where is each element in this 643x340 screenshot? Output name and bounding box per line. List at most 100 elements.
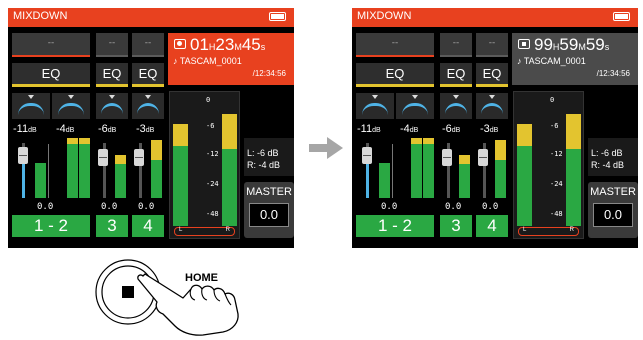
- fader-value-ch-1-2: 0.0: [37, 202, 54, 212]
- pan-knob-ch-4[interactable]: [132, 93, 164, 119]
- meter-scale-label: -24: [550, 180, 563, 188]
- level-meter-ch-2b: [79, 144, 90, 198]
- level-meter-ch-4-peak: [495, 140, 506, 160]
- channel-button-3[interactable]: 3: [440, 215, 472, 237]
- meter-scale-tick: [392, 144, 393, 198]
- lr-channel-indicator: L R: [174, 227, 235, 236]
- level-meter-ch-2: [411, 144, 422, 198]
- master-label: MASTER: [246, 186, 292, 198]
- mix-meter-r: [566, 149, 581, 226]
- fader-value-ch-4: 0.0: [482, 202, 499, 212]
- mix-level-meter: 0 -6 -12 -24 -48 L R: [169, 91, 240, 239]
- mix-meter-l: [517, 146, 532, 226]
- gain-ch-3: -6dB: [442, 123, 461, 135]
- mix-meter-l-peak: [517, 124, 532, 146]
- mix-meter-r-peak: [222, 114, 237, 149]
- level-meter-ch-3-peak: [459, 155, 470, 164]
- pan-knob-ch-3[interactable]: [440, 93, 472, 119]
- peak-left: L: -6 dB: [591, 148, 623, 158]
- meter-scale-label: -24: [206, 180, 219, 188]
- lr-channel-indicator: L R: [518, 227, 579, 236]
- gain-ch-4: -3dB: [480, 123, 499, 135]
- fader-knob-ch-3[interactable]: [98, 149, 108, 166]
- level-meter-ch-2: [67, 144, 78, 198]
- channel-button-1-2[interactable]: 1 - 2: [356, 215, 434, 237]
- title-bar: MIXDOWN: [8, 8, 294, 27]
- file-name: ♪ TASCAM_0001: [173, 56, 242, 66]
- elapsed-time: 01H23M45s: [190, 35, 266, 54]
- master-value: 0.0: [593, 203, 633, 227]
- fader-knob-ch-1-2[interactable]: [362, 147, 372, 164]
- fader-knob-ch-4[interactable]: [134, 149, 144, 166]
- level-meter-ch-4-peak: [151, 140, 162, 160]
- level-meter-ch-3: [459, 164, 470, 198]
- screen-title: MIXDOWN: [13, 10, 68, 22]
- meter-scale-label: 0: [206, 96, 211, 104]
- eq-button-ch-4[interactable]: EQ: [476, 63, 508, 87]
- level-meter-ch-3: [115, 164, 126, 198]
- fader-value-ch-1-2: 0.0: [381, 202, 398, 212]
- fader-knob-ch-1-2[interactable]: [18, 147, 28, 164]
- pan-knob-ch-4[interactable]: [476, 93, 508, 119]
- meter-scale-label: -12: [206, 150, 219, 158]
- master-button[interactable]: MASTER 0.0: [244, 182, 294, 238]
- eq-button-ch-3[interactable]: EQ: [96, 63, 128, 87]
- meter-scale-label: -12: [550, 150, 563, 158]
- gain-ch-2: -4dB: [400, 123, 419, 135]
- screen-title: MIXDOWN: [357, 10, 412, 22]
- home-label: HOME: [185, 272, 218, 284]
- mix-meter-l: [173, 146, 188, 226]
- eq-button-ch-1-2[interactable]: EQ: [12, 63, 90, 87]
- title-bar: MIXDOWN: [352, 8, 638, 27]
- peak-readout: L: -6 dB R: -4 dB: [244, 138, 294, 176]
- channel-1-2-top-slot[interactable]: --: [12, 33, 90, 57]
- pan-knob-ch-3[interactable]: [96, 93, 128, 119]
- eq-button-ch-3[interactable]: EQ: [440, 63, 472, 87]
- meter-scale-label: -6: [206, 122, 215, 130]
- master-button[interactable]: MASTER 0.0: [588, 182, 638, 238]
- gain-ch-2: -4dB: [56, 123, 75, 135]
- eq-button-ch-1-2[interactable]: EQ: [356, 63, 434, 87]
- gain-ch-3: -6dB: [98, 123, 117, 135]
- remaining-time: /12:34:56: [596, 69, 630, 78]
- gain-ch-1: -11dB: [357, 123, 381, 135]
- meter-scale-label: -48: [550, 210, 563, 218]
- battery-icon: [269, 12, 286, 21]
- channel-1-2-top-slot[interactable]: --: [356, 33, 434, 57]
- peak-left: L: -6 dB: [247, 148, 279, 158]
- channel-4-top-slot[interactable]: --: [132, 33, 164, 57]
- eq-button-ch-4[interactable]: EQ: [132, 63, 164, 87]
- channel-button-1-2[interactable]: 1 - 2: [12, 215, 90, 237]
- fader-knob-ch-3[interactable]: [442, 149, 452, 166]
- master-label: MASTER: [590, 186, 636, 198]
- fader-value-ch-3: 0.0: [445, 202, 462, 212]
- channel-4-top-slot[interactable]: --: [476, 33, 508, 57]
- channel-button-4[interactable]: 4: [132, 215, 164, 237]
- fader-knob-ch-4[interactable]: [478, 149, 488, 166]
- recorder-status-box: 99H59M59s ♪ TASCAM_0001 /12:34:56: [512, 33, 638, 85]
- peak-readout: L: -6 dB R: -4 dB: [588, 138, 638, 176]
- meter-scale-label: -48: [206, 210, 219, 218]
- fader-value-ch-4: 0.0: [138, 202, 155, 212]
- level-meter-ch-4: [495, 160, 506, 198]
- level-meter-ch-2b: [423, 144, 434, 198]
- pan-knob-ch-1[interactable]: [356, 93, 394, 119]
- file-name: ♪ TASCAM_0001: [517, 56, 586, 66]
- mix-meter-r: [222, 149, 237, 226]
- mix-meter-l-peak: [173, 124, 188, 146]
- recorder-screen-before: MIXDOWN -- -- -- EQ EQ EQ -11dB -4dB -6d…: [8, 8, 294, 248]
- pan-knob-ch-2[interactable]: [52, 93, 90, 119]
- gain-ch-4: -3dB: [136, 123, 155, 135]
- remaining-time: /12:34:56: [252, 69, 286, 78]
- channel-button-3[interactable]: 3: [96, 215, 128, 237]
- channel-3-top-slot[interactable]: --: [440, 33, 472, 57]
- stop-icon: [518, 39, 530, 49]
- pan-knob-ch-1[interactable]: [12, 93, 50, 119]
- fader-value-ch-3: 0.0: [101, 202, 118, 212]
- level-meter-ch-4: [151, 160, 162, 198]
- channel-button-4[interactable]: 4: [476, 215, 508, 237]
- pan-knob-ch-2[interactable]: [396, 93, 434, 119]
- channel-3-top-slot[interactable]: --: [96, 33, 128, 57]
- mix-level-meter: 0 -6 -12 -24 -48 L R: [513, 91, 584, 239]
- battery-icon: [613, 12, 630, 21]
